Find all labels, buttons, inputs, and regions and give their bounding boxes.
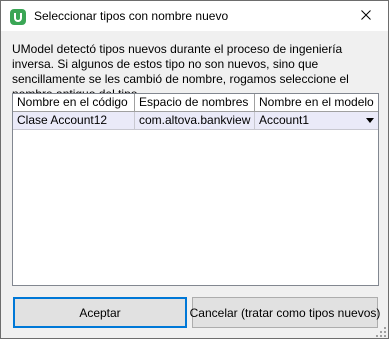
title-bar[interactable]: Seleccionar tipos con nombre nuevo <box>1 1 388 31</box>
table-header: Nombre en el código Espacio de nombres N… <box>13 94 378 112</box>
close-button[interactable] <box>343 1 388 31</box>
column-header-model-name[interactable]: Nombre en el modelo <box>255 94 378 112</box>
accept-button[interactable]: Aceptar <box>13 297 187 328</box>
cell-model-name: Account1 <box>259 113 310 127</box>
model-name-dropdown[interactable]: Account1 <box>255 112 378 130</box>
dialog-window: Seleccionar tipos con nombre nuevo UMode… <box>0 0 389 339</box>
column-header-code-name[interactable]: Nombre en el código <box>13 94 135 112</box>
cell-code-name[interactable]: Clase Account12 <box>13 112 135 130</box>
table-row[interactable]: Clase Account12 com.altova.bankview Acco… <box>13 112 378 130</box>
cancel-button[interactable]: Cancelar (tratar como tipos nuevos) <box>190 297 380 328</box>
umodel-app-icon <box>10 9 26 25</box>
chevron-down-icon[interactable] <box>366 118 374 123</box>
column-header-namespace[interactable]: Espacio de nombres <box>135 94 255 112</box>
close-icon <box>360 9 371 23</box>
cell-namespace[interactable]: com.altova.bankview <box>135 112 255 130</box>
resize-grip-icon[interactable] <box>376 326 386 337</box>
types-table: Nombre en el código Espacio de nombres N… <box>12 93 379 286</box>
dialog-title: Seleccionar tipos con nombre nuevo <box>34 9 229 23</box>
